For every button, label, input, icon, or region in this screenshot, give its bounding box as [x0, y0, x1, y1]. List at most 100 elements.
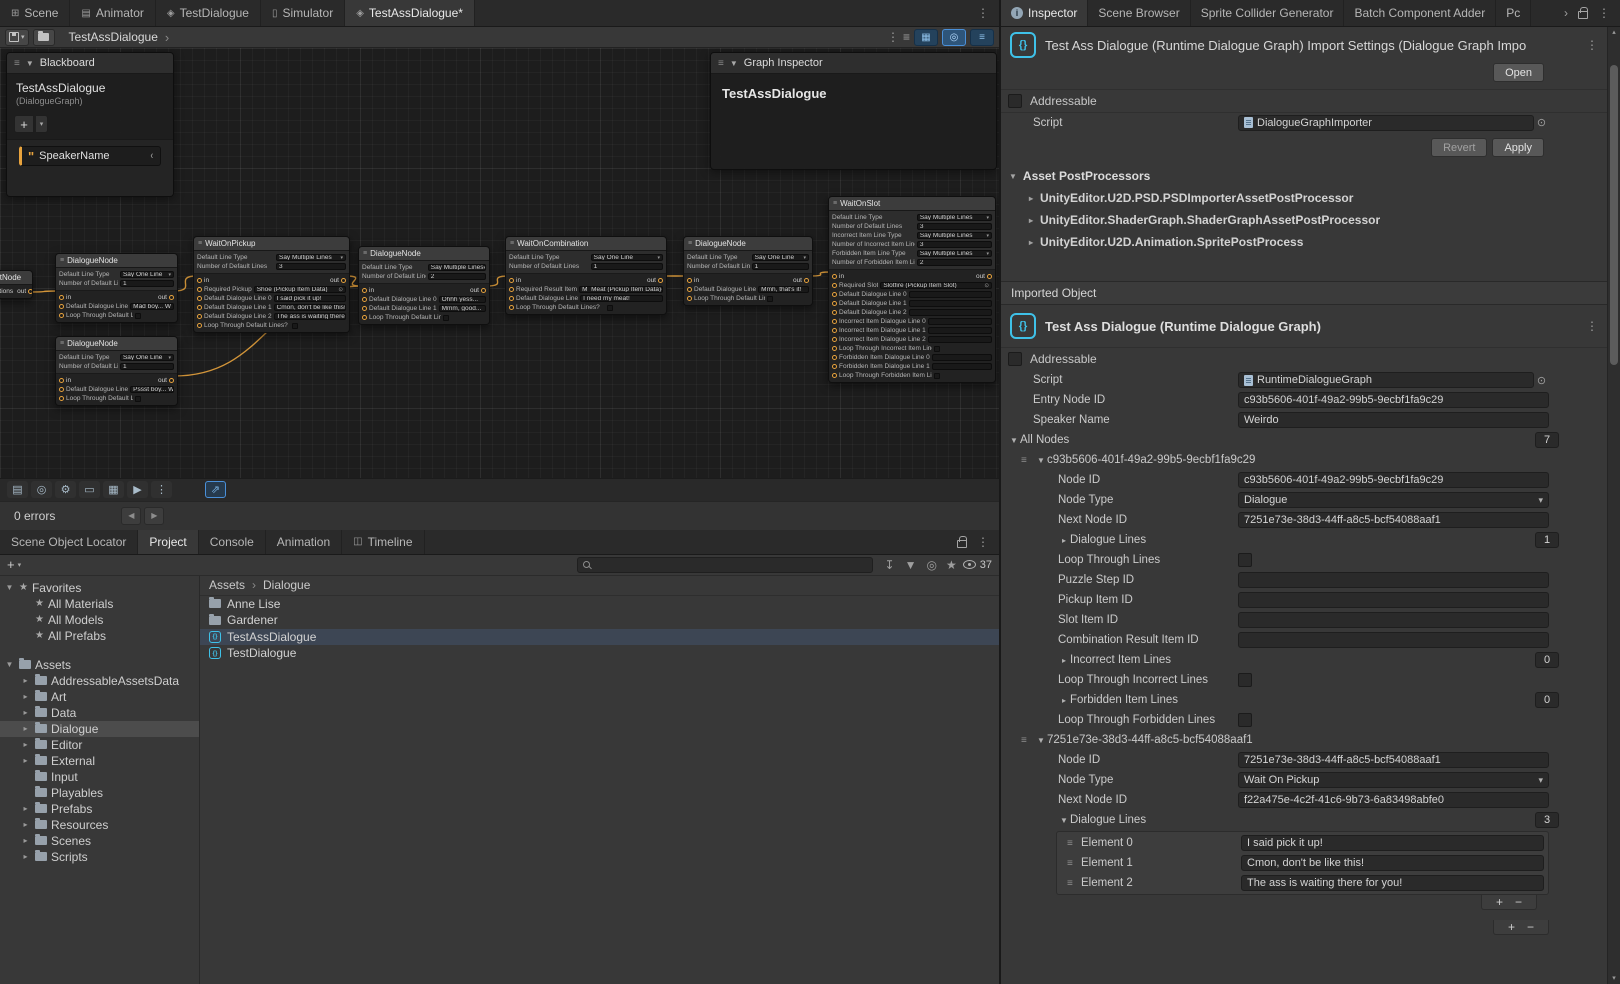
input-port-icon[interactable]	[509, 278, 514, 283]
panels-icon[interactable]: ▤	[7, 481, 28, 498]
node-text-field[interactable]: Pssst boy... W	[130, 386, 174, 393]
input-port-icon[interactable]	[362, 288, 367, 293]
object-picker-icon[interactable]	[1534, 115, 1549, 131]
scroll-up-arrow-icon[interactable]: ▴	[1608, 27, 1620, 38]
array-size-field[interactable]: 1	[1535, 532, 1559, 548]
input-port-icon[interactable]	[832, 337, 837, 342]
node-text-field[interactable]	[928, 336, 992, 343]
foldout-arrow-icon[interactable]	[1008, 436, 1020, 445]
node-text-field[interactable]: Ohhh yess...	[439, 296, 486, 303]
tree-arrow-icon[interactable]: ▼	[4, 660, 15, 669]
property-field[interactable]: c93b5606-401f-49a2-99b5-9ecbf1fa9c29	[1238, 392, 1549, 408]
tab-project[interactable]: Project	[138, 530, 198, 554]
node-number-field[interactable]: 1	[591, 263, 663, 270]
node-number-field[interactable]: 3	[276, 263, 346, 270]
node-checkbox[interactable]	[607, 305, 613, 311]
input-port-icon[interactable]	[832, 328, 837, 333]
node-text-field[interactable]: The ass is waiting there for	[274, 313, 346, 320]
play-icon[interactable]: ▶	[127, 481, 148, 498]
tree-item-all-models[interactable]: ★All Models	[0, 612, 199, 628]
open-button[interactable]: Open	[1493, 63, 1544, 82]
property-checkbox[interactable]	[1238, 713, 1252, 727]
property-field[interactable]: Weirdo	[1238, 412, 1549, 428]
input-port-icon[interactable]	[362, 297, 367, 302]
property-field[interactable]: c93b5606-401f-49a2-99b5-9ecbf1fa9c29	[1238, 472, 1549, 488]
object-picker-icon[interactable]	[1534, 372, 1549, 388]
favorites-filter-icon[interactable]	[946, 559, 957, 571]
minimap-toggle-button[interactable]	[914, 29, 938, 46]
next-error-button[interactable]	[144, 507, 164, 525]
foldout-arrow-icon[interactable]	[1058, 696, 1070, 705]
tab-testdialogue[interactable]: ◈TestDialogue	[156, 0, 261, 26]
tab-sprite-collider-generator[interactable]: Sprite Collider Generator	[1191, 0, 1345, 26]
node-title-bar[interactable]: WaitOnPickup	[194, 237, 349, 251]
node-dropdown[interactable]: Say Multiple Lines	[428, 264, 486, 271]
tree-arrow-icon[interactable]: ▸	[20, 756, 31, 765]
node-number-field[interactable]: 1	[752, 263, 809, 270]
array-size-field[interactable]: 3	[1535, 812, 1559, 828]
open-external-icon[interactable]: ⇗	[205, 481, 226, 498]
tree-item-editor[interactable]: ▸Editor	[0, 737, 199, 753]
node-checkbox[interactable]	[292, 323, 298, 329]
tab-console[interactable]: Console	[199, 530, 266, 554]
tab-scene-object-locator[interactable]: Scene Object Locator	[0, 530, 138, 554]
frame-icon[interactable]: ◎	[31, 481, 52, 498]
object-script-field[interactable]: RuntimeDialogueGraph	[1238, 372, 1534, 388]
property-field[interactable]: f22a475e-4c2f-41c6-9b73-6a83498abfe0	[1238, 792, 1549, 808]
input-port-icon[interactable]	[832, 319, 837, 324]
tree-arrow-icon[interactable]: ▸	[20, 804, 31, 813]
input-port-icon[interactable]	[832, 283, 837, 288]
tree-item-prefabs[interactable]: ▸Prefabs	[0, 801, 199, 817]
tab-animation[interactable]: Animation	[266, 530, 342, 554]
editor-tabs-menu-icon[interactable]	[977, 7, 989, 19]
drag-handle-icon[interactable]	[1067, 838, 1081, 849]
blackboard-panel[interactable]: Blackboard TestAssDialogue (DialogueGrap…	[6, 52, 174, 197]
tree-item-playables[interactable]: Playables	[0, 785, 199, 801]
graph-inspector-panel[interactable]: Graph Inspector TestAssDialogue	[710, 52, 997, 170]
node-text-field[interactable]	[909, 300, 992, 307]
node-title-bar[interactable]: StartNode	[0, 271, 32, 285]
property-field[interactable]	[1238, 612, 1549, 628]
inspector-menu-icon[interactable]	[1598, 7, 1610, 19]
array-size-field[interactable]: 7	[1535, 432, 1559, 448]
node-text-field[interactable]	[928, 327, 992, 334]
project-search[interactable]	[577, 557, 873, 573]
input-port-icon[interactable]	[832, 292, 837, 297]
postprocessor-unityeditor-shadergraph-shadergraphassetpostprocessor[interactable]: UnityEditor.ShaderGraph.ShaderGraphAsset…	[1001, 209, 1607, 231]
output-port-icon[interactable]	[481, 288, 486, 293]
graph-node-startnode[interactable]: StartNodeConnectionsout	[0, 270, 33, 299]
tab-overflow-chevron-icon[interactable]	[1564, 7, 1568, 19]
output-port-icon[interactable]	[658, 278, 663, 283]
node-text-field[interactable]	[932, 354, 992, 361]
tree-item-art[interactable]: ▸Art	[0, 689, 199, 705]
graph-canvas[interactable]: StartNodeConnectionsoutDialogueNodeDefau…	[0, 48, 999, 478]
tree-arrow-icon[interactable]: ▸	[20, 676, 31, 685]
list-item-gardener[interactable]: Gardener	[200, 612, 999, 629]
tree-arrow-icon[interactable]: ▼	[4, 583, 15, 592]
node-number-field[interactable]: 1	[120, 363, 174, 370]
array-size-field[interactable]: 0	[1535, 652, 1559, 668]
remove-element-button[interactable]: −	[1515, 896, 1522, 908]
node-dropdown[interactable]: Say One Line	[120, 271, 174, 278]
graph-node-waitoncombination[interactable]: WaitOnCombinationDefault Line TypeSay On…	[505, 236, 667, 315]
input-port-icon[interactable]	[362, 306, 367, 311]
foldout-arrow-icon[interactable]	[1058, 536, 1070, 545]
graph-node-waitonpickup[interactable]: WaitOnPickupDefault Line TypeSay Multipl…	[193, 236, 350, 333]
node-dropdown[interactable]: Say Multiple Lines	[917, 214, 992, 221]
property-checkbox[interactable]	[1238, 553, 1252, 567]
input-port-icon[interactable]	[832, 310, 837, 315]
property-field[interactable]	[1238, 572, 1549, 588]
foldout-arrow-icon[interactable]	[1058, 656, 1070, 665]
node-number-field[interactable]: 2	[917, 259, 992, 266]
tree-favorites[interactable]: ▼★Favorites	[0, 580, 199, 596]
tab-pc[interactable]: Pc	[1496, 0, 1531, 26]
tab-scene-browser[interactable]: Scene Browser	[1088, 0, 1190, 26]
graph-options-menu-icon[interactable]	[887, 31, 899, 43]
input-port-icon[interactable]	[832, 346, 837, 351]
node-text-field[interactable]	[928, 318, 992, 325]
property-dropdown[interactable]: Wait On Pickup	[1238, 772, 1549, 788]
layout-icon[interactable]: ▦	[103, 481, 124, 498]
tree-arrow-icon[interactable]: ▸	[20, 820, 31, 829]
input-port-icon[interactable]	[362, 315, 367, 320]
scroll-down-arrow-icon[interactable]: ▾	[1608, 973, 1620, 984]
